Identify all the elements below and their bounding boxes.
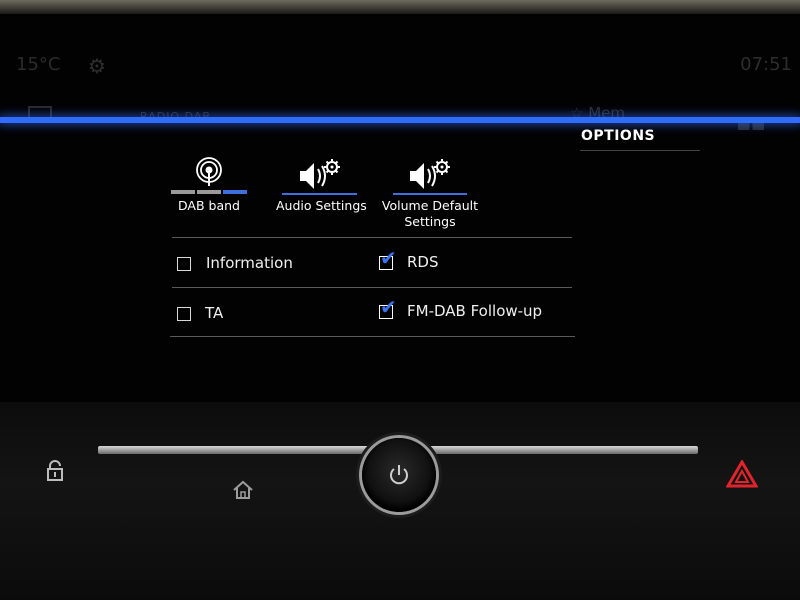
power-knob[interactable] bbox=[362, 438, 436, 512]
tile-label: DAB band bbox=[178, 198, 240, 213]
band-segment-active bbox=[223, 190, 247, 194]
title-underline bbox=[580, 150, 700, 151]
accent-bar bbox=[0, 117, 800, 123]
divider bbox=[170, 336, 575, 337]
lock-icon[interactable] bbox=[46, 460, 64, 482]
speaker-settings-icon bbox=[410, 159, 450, 189]
option-label: Information bbox=[206, 254, 293, 272]
tile-label: Volume Default Settings bbox=[381, 198, 479, 229]
option-label: FM-DAB Follow-up bbox=[407, 302, 543, 320]
outside-temperature: 15°C bbox=[16, 54, 61, 75]
clock: 07:51 bbox=[740, 54, 792, 75]
option-rds[interactable]: ✔ RDS bbox=[378, 246, 498, 276]
checkbox-unchecked[interactable] bbox=[177, 307, 191, 321]
option-label: RDS bbox=[407, 253, 439, 271]
divider bbox=[172, 287, 572, 288]
option-label: TA bbox=[205, 304, 224, 322]
tile-underline bbox=[282, 193, 357, 195]
check-icon: ✔ bbox=[380, 295, 397, 319]
power-icon bbox=[390, 465, 408, 485]
band-segment bbox=[171, 190, 195, 194]
tile-underline bbox=[393, 193, 467, 195]
radio-signal-icon bbox=[196, 157, 222, 186]
home-icon[interactable] bbox=[232, 480, 254, 500]
tile-label: Audio Settings bbox=[276, 198, 367, 213]
device-bezel-top bbox=[0, 0, 800, 14]
option-information[interactable]: Information bbox=[176, 252, 336, 278]
speaker-settings-icon bbox=[300, 159, 340, 189]
option-ta[interactable]: TA bbox=[176, 301, 296, 327]
page-title: OPTIONS bbox=[581, 128, 656, 144]
divider bbox=[172, 237, 572, 238]
gear-icon[interactable]: ⚙ bbox=[88, 54, 106, 78]
status-bar: 15°C ⚙ 07:51 RADIO DAB ☆ Mem bbox=[0, 14, 800, 130]
band-segment bbox=[197, 190, 221, 194]
hazard-warning-icon[interactable] bbox=[726, 460, 758, 488]
checkbox-unchecked[interactable] bbox=[177, 257, 191, 271]
option-fm-dab-follow-up[interactable]: ✔ FM-DAB Follow-up bbox=[378, 295, 568, 325]
check-icon: ✔ bbox=[380, 246, 397, 270]
